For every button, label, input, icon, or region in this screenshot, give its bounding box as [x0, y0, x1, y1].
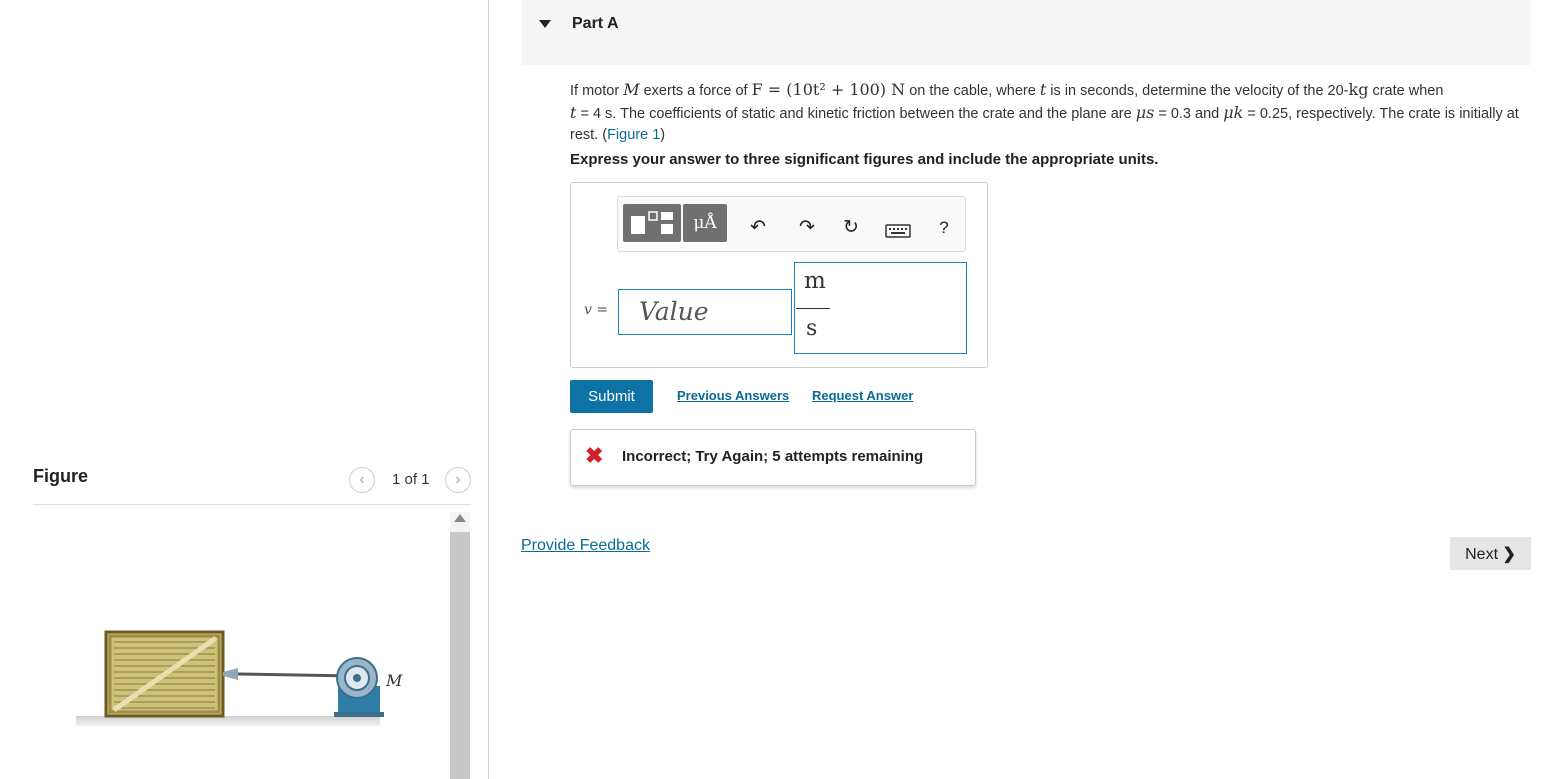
chevron-right-icon: › [455, 471, 461, 488]
unit-fraction-bar [796, 308, 830, 309]
figure-title: Figure [33, 466, 89, 486]
caret-down-icon[interactable] [539, 20, 551, 28]
figure-scrollbar-thumb[interactable] [450, 532, 470, 779]
part-title: Part A [572, 15, 619, 32]
next-label: Next [1465, 545, 1499, 563]
next-button[interactable]: Next ❯ [1450, 537, 1531, 570]
provide-feedback-link[interactable]: Provide Feedback [521, 537, 650, 555]
variable-label: v = [584, 302, 609, 318]
unit-denominator: s [806, 316, 818, 341]
motor-label: M [385, 671, 403, 690]
reset-icon[interactable]: ↻ [840, 216, 862, 239]
value-input[interactable]: Value [618, 289, 792, 335]
figure-prev-button[interactable]: ‹ [349, 467, 375, 493]
feedback-message: Incorrect; Try Again; 5 attempts remaini… [622, 448, 924, 465]
crate [104, 630, 225, 718]
part-header[interactable] [522, 0, 1531, 65]
problem-statement: If motor M exerts a force of F = (10t² +… [570, 80, 1519, 143]
chevron-right-icon: ❯ [1502, 545, 1516, 563]
figure-link[interactable]: Figure 1 [607, 127, 660, 143]
figure-counter: 1 of 1 [392, 471, 430, 488]
figure-divider [33, 504, 471, 505]
help-button[interactable]: ? [933, 218, 955, 238]
cable-hook [223, 668, 238, 680]
templates-button[interactable] [623, 204, 681, 242]
keyboard-icon[interactable] [885, 222, 911, 244]
units-button[interactable]: μÅ [683, 204, 727, 242]
templates-icon [631, 211, 673, 234]
panel-divider [488, 0, 489, 779]
submit-button[interactable]: Submit [570, 380, 653, 413]
motor [334, 657, 384, 717]
redo-icon[interactable]: ↷ [796, 216, 818, 239]
x-icon: ✖ [585, 443, 604, 468]
previous-answers-link[interactable]: Previous Answers [677, 388, 789, 403]
unit-numerator: m [804, 268, 826, 294]
figure-next-button[interactable]: › [445, 467, 471, 493]
answer-instruction: Express your answer to three significant… [570, 151, 1159, 168]
chevron-left-icon: ‹ [359, 471, 365, 488]
undo-icon[interactable]: ↶ [747, 216, 769, 239]
scroll-up-icon[interactable] [454, 514, 466, 522]
crate-motor-figure: M [76, 630, 403, 726]
request-answer-link[interactable]: Request Answer [812, 388, 913, 403]
